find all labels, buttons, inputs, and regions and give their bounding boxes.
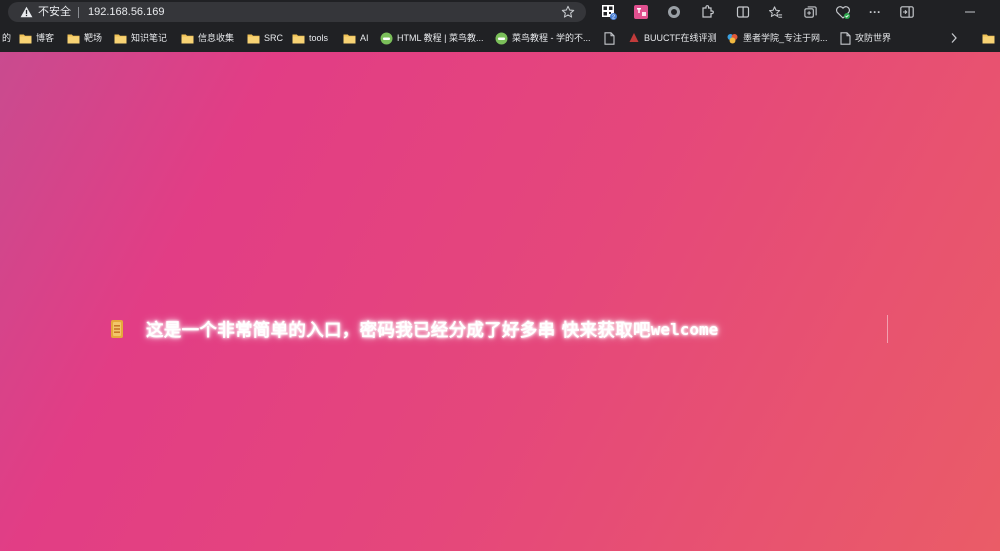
folder-icon xyxy=(19,34,32,43)
bookmark-link[interactable]: BUUCTF在线评测 xyxy=(628,30,717,46)
record-icon[interactable] xyxy=(666,4,682,20)
folder-icon xyxy=(292,34,305,43)
split-screen-icon[interactable] xyxy=(735,4,751,20)
browser-essentials-icon[interactable] xyxy=(835,4,851,20)
folder-icon xyxy=(114,34,127,43)
runoob-icon xyxy=(380,32,393,44)
folder-icon xyxy=(181,34,194,43)
extensions-puzzle-icon[interactable] xyxy=(699,4,715,20)
bookmark-label: 博客 xyxy=(36,33,55,43)
security-label[interactable]: 不安全 xyxy=(38,5,71,19)
page-icon xyxy=(604,31,615,45)
translate-icon xyxy=(634,5,648,19)
favorites-icon[interactable] xyxy=(767,4,783,20)
bookmark-label: SRC xyxy=(264,33,284,43)
favorite-star-icon[interactable] xyxy=(561,5,575,19)
bookmark-label: 攻防世界 xyxy=(855,33,892,43)
message-suffix: welcome xyxy=(650,319,719,339)
bookmark-folder[interactable]: AI xyxy=(343,30,369,46)
runoob-icon xyxy=(495,32,508,44)
bookmark-link[interactable]: 墨者学院_专注于网... xyxy=(726,30,828,46)
folder-icon xyxy=(67,34,80,43)
address-divider xyxy=(78,7,79,18)
minimize-window-icon[interactable] xyxy=(962,4,978,20)
buuctf-icon xyxy=(629,33,639,42)
bookmark-partial[interactable]: 的 xyxy=(0,30,11,46)
bookmark-folder[interactable]: 靶场 xyxy=(67,30,102,46)
bookmark-label: HTML 教程 | 菜鸟教... xyxy=(397,33,484,43)
bookmark-folder[interactable]: SRC xyxy=(247,30,283,46)
bookmark-label: 靶场 xyxy=(84,33,103,43)
bookmark-label: BUUCTF在线评测 xyxy=(644,33,717,43)
bookmark-label: 信息收集 xyxy=(198,33,235,43)
bookmark-folder[interactable]: tools xyxy=(292,30,328,46)
bookmark-label: tools xyxy=(309,33,329,43)
extension-badge: 2 xyxy=(612,15,615,20)
sidebar-toggle-icon[interactable] xyxy=(899,4,915,20)
address-bar[interactable]: 不安全 192.168.56.169 xyxy=(8,2,586,22)
mozhe-icon xyxy=(727,33,738,43)
bookmark-label: 的 xyxy=(2,33,12,43)
browser-chrome: 不安全 192.168.56.169 2 ··· 的 博客 靶场 知识笔记 信息… xyxy=(0,0,1000,52)
more-menu-button[interactable]: ··· xyxy=(867,4,883,20)
page-viewport: 这是一个非常简单的入口，密码我已经分成了好多串 快来获取吧 welcome xyxy=(0,52,1000,551)
lantern-icon xyxy=(111,320,123,338)
bookmarks-bar: 的 博客 靶场 知识笔记 信息收集 SRC tools AI HTML 教程 |… xyxy=(0,27,1000,49)
translate-extension-icon[interactable] xyxy=(633,4,649,20)
other-bookmarks-folder[interactable] xyxy=(982,30,995,46)
bookmark-folder[interactable]: 知识笔记 xyxy=(114,30,167,46)
bookmark-link[interactable]: 攻防世界 xyxy=(840,30,891,46)
address-row: 不安全 192.168.56.169 2 ··· xyxy=(0,0,1000,26)
warning-icon xyxy=(20,6,33,18)
folder-icon xyxy=(982,34,995,43)
bookmark-label: 墨者学院_专注于网... xyxy=(743,33,828,43)
message-banner: 这是一个非常简单的入口，密码我已经分成了好多串 快来获取吧 welcome xyxy=(110,316,718,342)
message-text: 这是一个非常简单的入口，密码我已经分成了好多串 快来获取吧 xyxy=(146,320,651,341)
text-caret xyxy=(887,315,888,343)
bookmark-label: AI xyxy=(360,33,369,43)
bookmarks-overflow-button[interactable] xyxy=(950,30,958,46)
folder-icon xyxy=(343,34,356,43)
bookmark-link[interactable]: HTML 教程 | 菜鸟教... xyxy=(380,30,484,46)
url-text[interactable]: 192.168.56.169 xyxy=(88,5,164,19)
bookmark-link[interactable]: 菜鸟教程 - 学的不... xyxy=(495,30,591,46)
bookmark-folder[interactable]: 博客 xyxy=(19,30,54,46)
collections-icon[interactable] xyxy=(802,4,818,20)
bookmark-label: 知识笔记 xyxy=(131,33,168,43)
bookmark-label: 菜鸟教程 - 学的不... xyxy=(512,33,591,43)
chevron-right-icon xyxy=(951,33,957,43)
page-icon xyxy=(840,31,851,45)
qr-extension-icon[interactable]: 2 xyxy=(601,4,617,20)
folder-icon xyxy=(247,34,260,43)
qr-code-icon: 2 xyxy=(602,5,617,20)
bookmark-folder[interactable]: 信息收集 xyxy=(181,30,234,46)
bookmark-link[interactable] xyxy=(604,30,615,46)
